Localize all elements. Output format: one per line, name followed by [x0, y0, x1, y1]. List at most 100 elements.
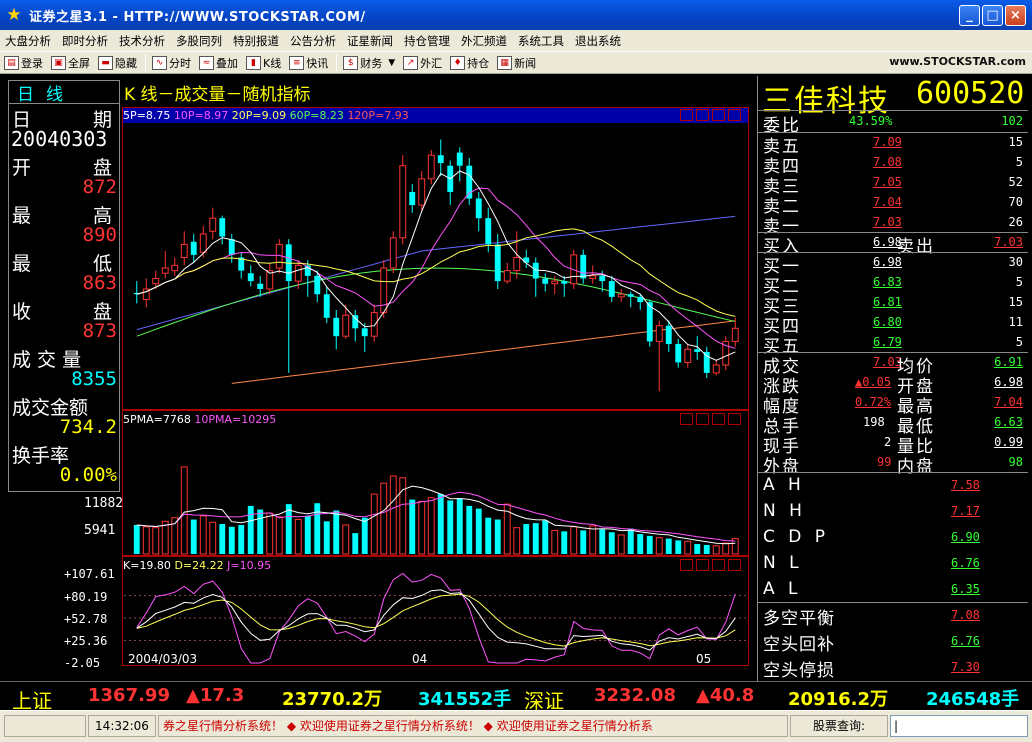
- candle-body: [199, 233, 207, 253]
- volume-bar: [523, 524, 530, 554]
- volume-bar: [352, 533, 359, 554]
- app-star-icon: ★: [6, 5, 22, 25]
- volume-bar: [161, 520, 169, 555]
- low-value: 863: [82, 272, 117, 294]
- candle-body: [494, 244, 501, 282]
- sell4-row: 卖四 7.08 5: [763, 155, 1023, 177]
- volume-bar: [637, 534, 644, 554]
- maximize-button[interactable]: □: [982, 5, 1003, 26]
- candle-body: [389, 237, 397, 269]
- intraday-chart-icon: ∿: [152, 55, 167, 70]
- sz-index-value: 3232.08: [594, 685, 676, 706]
- menu-realtime-analysis[interactable]: 即时分析: [62, 33, 108, 49]
- volume-bar: [437, 494, 444, 554]
- menu-announcement[interactable]: 公告分析: [290, 33, 336, 49]
- volume-bar: [266, 512, 274, 555]
- buy5-row: 买五 6.79 5: [763, 335, 1023, 357]
- login-button[interactable]: ▤ 登录: [4, 55, 43, 71]
- news-button[interactable]: ▦ 新闻: [497, 55, 536, 71]
- candle-body: [503, 270, 511, 282]
- hide-button[interactable]: ▬ 隐藏: [98, 55, 137, 71]
- candle-body: [513, 257, 521, 272]
- volume-bar: [712, 545, 720, 555]
- menu-news[interactable]: 证星新闻: [347, 33, 393, 49]
- overlay-button[interactable]: ≈ 叠加: [199, 55, 238, 71]
- kline-button[interactable]: ▮ K线: [246, 55, 281, 71]
- volume-bar: [380, 482, 388, 555]
- candle-body: [712, 364, 720, 374]
- high-value: 890: [82, 224, 117, 246]
- stockstar-logo: www.STOCKSTAR.com: [889, 55, 1026, 68]
- volume-bar: [427, 497, 435, 555]
- volume-bar: [513, 527, 521, 555]
- volume-bar: [494, 519, 501, 554]
- volume-bar: [608, 532, 615, 554]
- minimize-button[interactable]: _: [959, 5, 980, 26]
- candle-body: [352, 315, 359, 329]
- sell-out-value: 7.03: [994, 235, 1023, 249]
- finance-dropdown-icon[interactable]: ▼: [388, 58, 395, 68]
- stat-row-trade: 成交 7.03 均价 6.91: [763, 355, 1023, 377]
- volume-bar: [485, 517, 492, 554]
- stat-row-change: 涨跌 ▲0.05 开盘 6.98: [763, 375, 1023, 397]
- menu-technical-analysis[interactable]: 技术分析: [119, 33, 165, 49]
- volume-value: 8355: [71, 368, 117, 390]
- kdj-axis-5: -2.05: [64, 656, 101, 670]
- date-value: 20040303: [11, 127, 108, 151]
- intraday-button[interactable]: ∿ 分时: [152, 55, 191, 71]
- candle-body: [589, 275, 597, 279]
- sz-index-change: ▲40.8: [696, 685, 755, 706]
- sell5-row: 卖五 7.09 15: [763, 135, 1023, 157]
- stat-row-range: 幅度 0.72% 最高 7.04: [763, 395, 1023, 417]
- flash-news-button[interactable]: ≡ 快讯: [289, 55, 328, 71]
- menu-multi-stock[interactable]: 多股同列: [176, 33, 222, 49]
- menu-exit[interactable]: 退出系统: [575, 33, 621, 49]
- vol-ma10-line: [136, 491, 736, 542]
- sh-index-value: 1367.99: [88, 685, 170, 706]
- menu-portfolio[interactable]: 持仓管理: [404, 33, 450, 49]
- kline-icon: ▮: [246, 55, 261, 70]
- signal-row-balance: 多空平衡 7.08: [763, 608, 980, 629]
- volume-bar: [466, 505, 473, 554]
- candle-body: [637, 296, 644, 303]
- menu-special-report[interactable]: 特别报道: [233, 33, 279, 49]
- volume-bar: [447, 500, 454, 554]
- candle-body: [190, 241, 197, 255]
- candle-body: [665, 325, 672, 345]
- volume-bar: [370, 493, 378, 555]
- volume-bar: [275, 516, 283, 555]
- title-bar: ★ 证券之星3.1 - HTTP://WWW.STOCKSTAR.COM/ _ …: [0, 0, 1032, 30]
- stock-query-input[interactable]: |: [890, 715, 1028, 737]
- candle-body: [380, 267, 388, 314]
- chart-title: K 线－成交量－随机指标: [124, 85, 311, 105]
- volume-bar: [409, 499, 416, 554]
- forex-button[interactable]: ↗ 外汇: [403, 55, 442, 71]
- candle-body: [418, 178, 426, 206]
- fullscreen-button[interactable]: ▣ 全屏: [51, 55, 90, 71]
- volume-bar: [314, 503, 321, 554]
- status-blank: [4, 715, 86, 737]
- candle-body: [161, 267, 169, 274]
- menu-market-analysis[interactable]: 大盘分析: [5, 33, 51, 49]
- hide-icon: ▬: [98, 55, 113, 70]
- menu-forex[interactable]: 外汇频道: [461, 33, 507, 49]
- portfolio-button[interactable]: ♦ 持仓: [450, 55, 489, 71]
- toolbar: ▤ 登录 ▣ 全屏 ▬ 隐藏 ∿ 分时 ≈ 叠加 ▮ K线 ≡ 快讯 $ 财务 ▼ ↗ 外汇 ♦ 持仓…: [0, 51, 1032, 74]
- stock-query-label: 股票查询:: [790, 715, 888, 737]
- x-axis-april-label: 04: [412, 652, 428, 666]
- tech-row-nh: N H 7.17: [763, 501, 980, 521]
- buy4-row: 买四 6.80 11: [763, 315, 1023, 337]
- chart-area[interactable]: 5P=8.75 10P=8.97 20P=9.09 60P=8.23 120P=…: [122, 107, 749, 666]
- finance-button[interactable]: $ 财务 ▼: [343, 55, 395, 71]
- volume-bar: [333, 510, 340, 554]
- menu-tools[interactable]: 系统工具: [518, 33, 564, 49]
- chart-svg: [124, 139, 747, 664]
- tech-row-nl: N L 6.76: [763, 553, 980, 573]
- daily-tab[interactable]: 日线: [17, 80, 75, 105]
- volume-bar: [418, 500, 426, 555]
- volume-bar: [570, 526, 578, 555]
- volume-bar: [389, 475, 397, 555]
- close-button[interactable]: ×: [1005, 5, 1026, 26]
- clock: 14:32:06: [88, 715, 156, 737]
- candle-body: [409, 191, 416, 206]
